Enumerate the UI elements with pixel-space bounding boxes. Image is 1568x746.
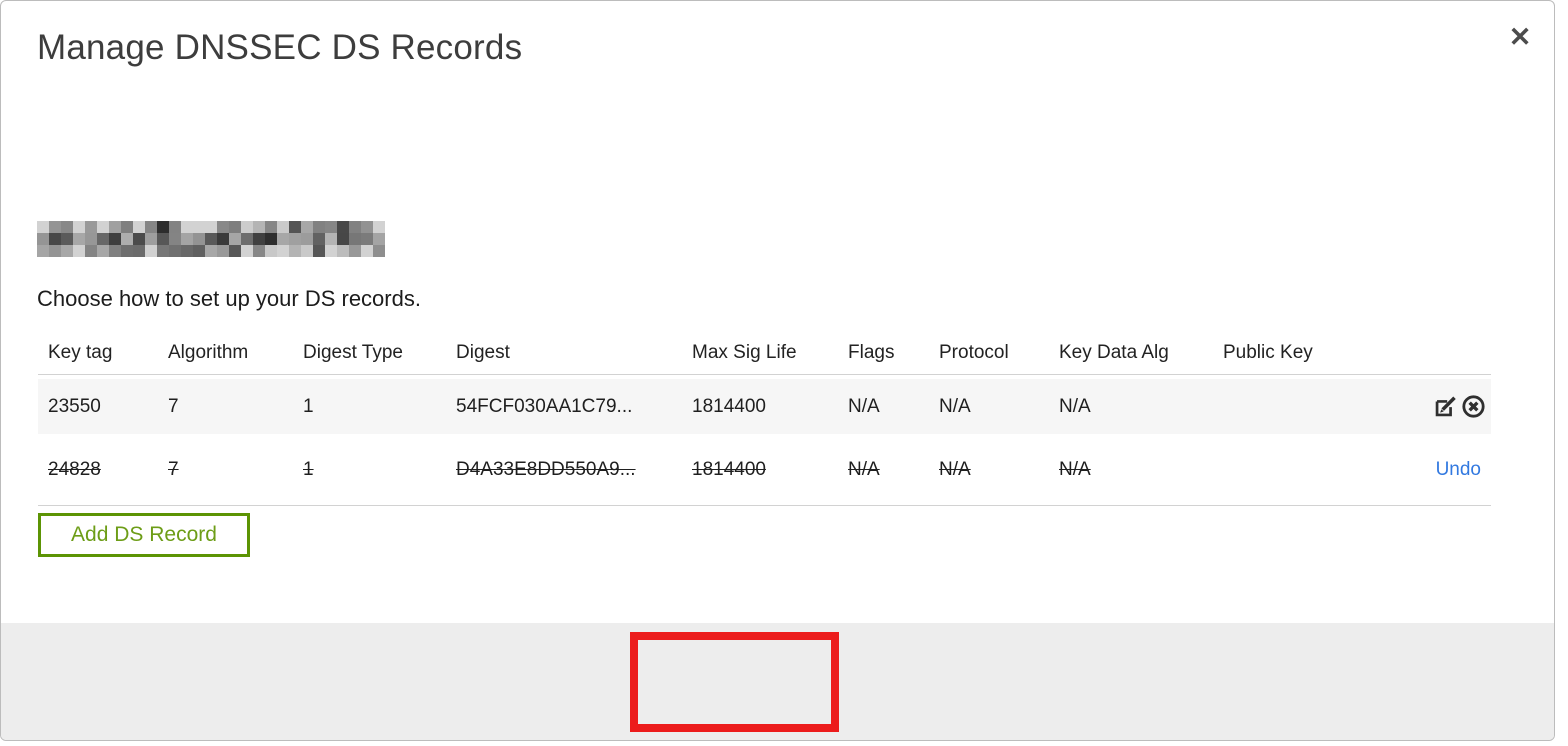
table-row: 23550 7 1 54FCF030AA1C79... 1814400 N/A … — [38, 379, 1491, 434]
cell-key-tag: 24828 — [48, 458, 101, 480]
page-title: Manage DNSSEC DS Records — [37, 28, 523, 67]
col-header-algorithm: Algorithm — [168, 341, 249, 363]
cell-flags: N/A — [848, 458, 880, 480]
close-icon[interactable]: ✕ — [1502, 19, 1538, 55]
intro-text: Choose how to set up your DS records. — [37, 286, 421, 311]
delete-record-icon[interactable] — [1459, 393, 1487, 421]
cell-max-sig-life: 1814400 — [692, 395, 766, 417]
cell-algorithm: 7 — [168, 458, 179, 480]
col-header-digest: Digest — [456, 341, 510, 363]
cell-digest: D4A33E8DD550A9... — [456, 458, 636, 480]
manage-dnssec-modal: Manage DNSSEC DS Records ✕ Choose how to… — [0, 0, 1555, 741]
cell-protocol: N/A — [939, 458, 971, 480]
col-header-max-sig-life: Max Sig Life — [692, 341, 797, 363]
modal-footer: Save Cancel — [1, 623, 1554, 740]
cell-key-tag: 23550 — [48, 395, 101, 417]
cell-flags: N/A — [848, 395, 880, 417]
col-header-protocol: Protocol — [939, 341, 1009, 363]
cell-digest: 54FCF030AA1C79... — [456, 395, 633, 417]
undo-link[interactable]: Undo — [1436, 459, 1481, 480]
edit-record-icon[interactable] — [1431, 393, 1459, 421]
redacted-domain — [37, 221, 385, 257]
row-actions — [1373, 393, 1491, 421]
table-header-row: Key tag Algorithm Digest Type Digest Max… — [38, 331, 1491, 375]
table-row-deleted: 24828 7 1 D4A33E8DD550A9... 1814400 N/A … — [38, 434, 1491, 506]
col-header-digest-type: Digest Type — [303, 341, 403, 363]
cell-digest-type: 1 — [303, 395, 314, 417]
col-header-key-tag: Key tag — [48, 341, 113, 363]
cell-digest-type: 1 — [303, 458, 314, 480]
ds-records-table: Key tag Algorithm Digest Type Digest Max… — [38, 331, 1491, 506]
col-header-public-key: Public Key — [1223, 341, 1313, 363]
col-header-flags: Flags — [848, 341, 895, 363]
cell-max-sig-life: 1814400 — [692, 458, 766, 480]
cell-protocol: N/A — [939, 395, 971, 417]
cell-key-data-alg: N/A — [1059, 458, 1091, 480]
cell-algorithm: 7 — [168, 395, 179, 417]
add-ds-record-button[interactable]: Add DS Record — [38, 513, 250, 557]
row-actions: Undo — [1373, 459, 1491, 481]
cell-key-data-alg: N/A — [1059, 395, 1091, 417]
col-header-key-data-alg: Key Data Alg — [1059, 341, 1169, 363]
